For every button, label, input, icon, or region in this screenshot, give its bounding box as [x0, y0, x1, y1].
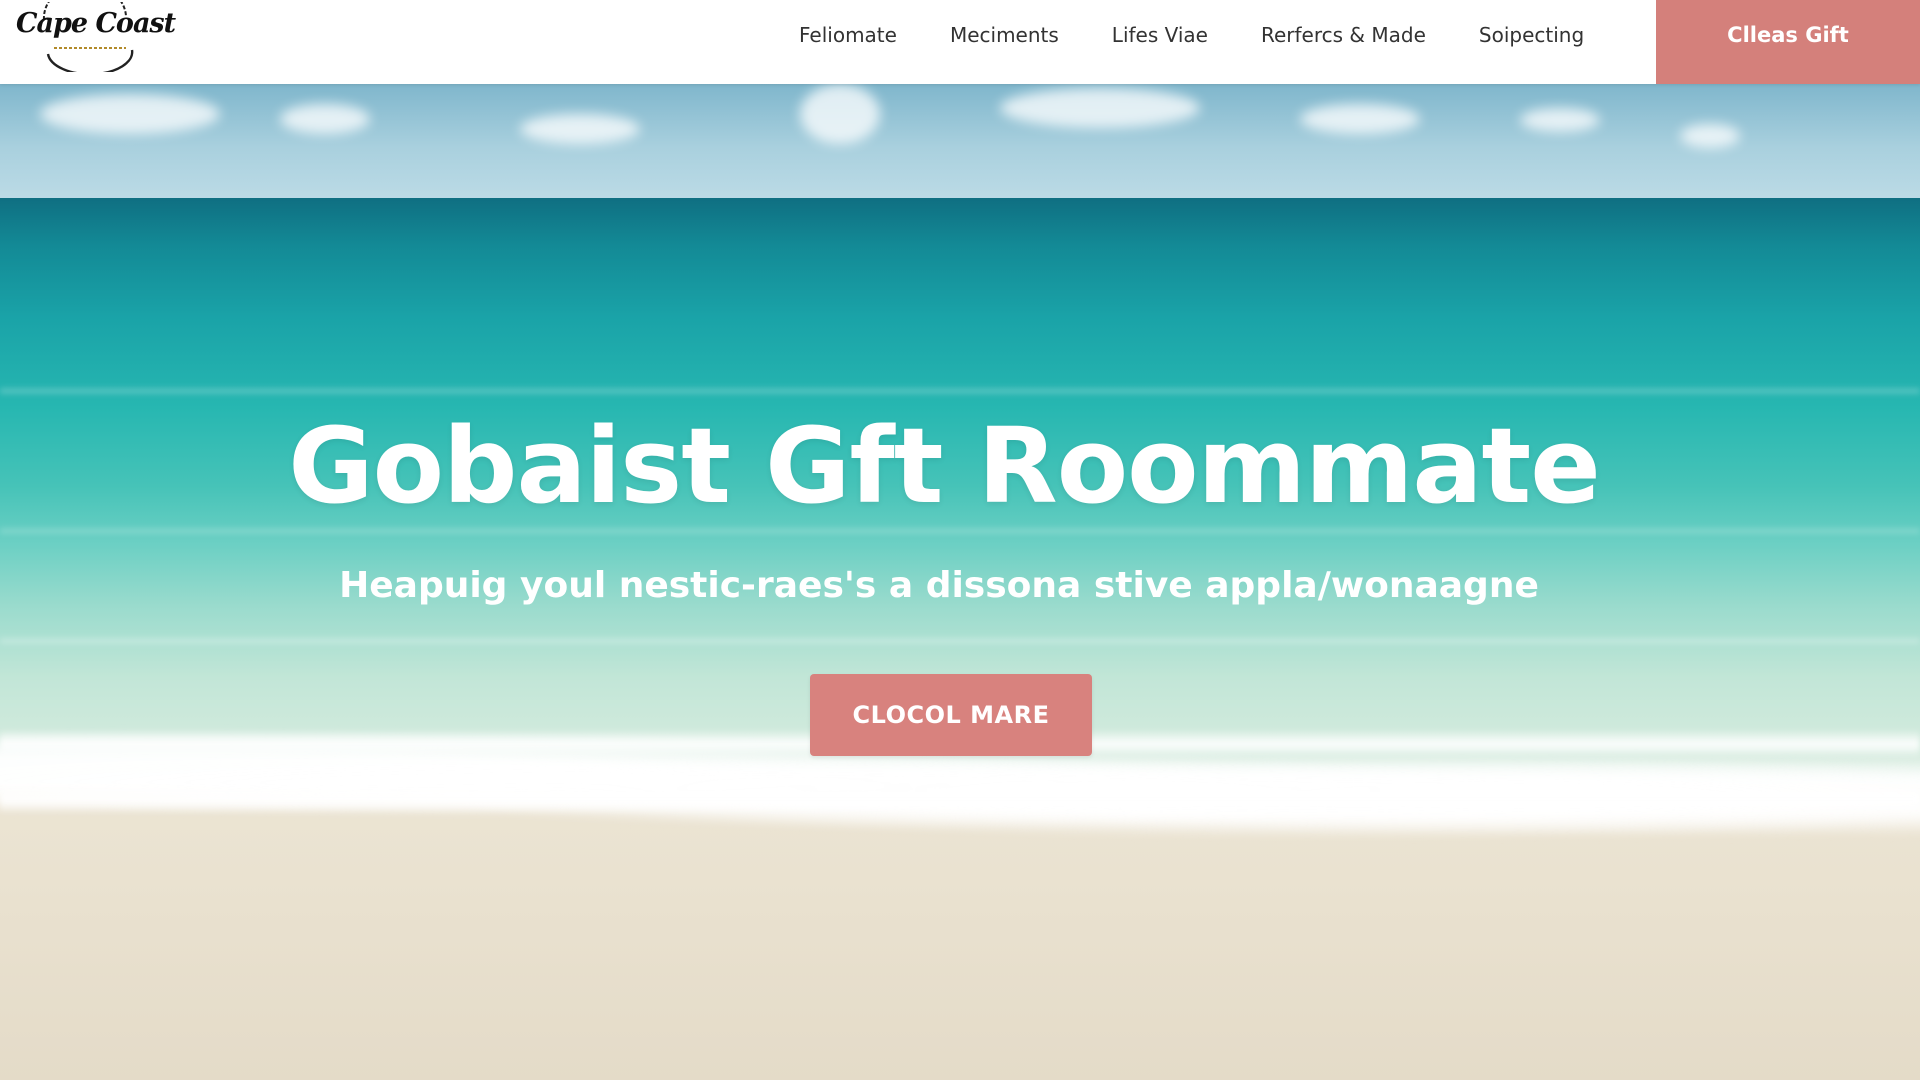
- hero-sky: [0, 84, 1920, 200]
- nav-item-meciments[interactable]: Meciments: [950, 23, 1059, 47]
- nav-item-feliomate[interactable]: Feliomate: [799, 23, 897, 47]
- cape-coast-logo[interactable]: Cape Coast: [14, 2, 176, 72]
- nav-item-lifes-viae[interactable]: Lifes Viae: [1112, 23, 1208, 47]
- main-nav: Feliomate Meciments Lifes Viae Rerfercs …: [799, 0, 1584, 70]
- nav-item-soipecting[interactable]: Soipecting: [1479, 23, 1584, 47]
- logo-text: Cape Coast: [16, 8, 176, 39]
- header-gift-button[interactable]: Clleas Gift: [1656, 0, 1920, 84]
- hero-cta-button[interactable]: CLOCOL MARE: [810, 674, 1092, 756]
- hero-title: Gobaist Gft Roommate: [288, 405, 1601, 527]
- site-header: Cape Coast Feliomate Meciments Lifes Via…: [0, 0, 1920, 84]
- nav-item-rerfercs-made[interactable]: Rerfercs & Made: [1261, 23, 1426, 47]
- hero-subtitle: Heapuig youl nestic-raes's a dissona sti…: [339, 565, 1539, 606]
